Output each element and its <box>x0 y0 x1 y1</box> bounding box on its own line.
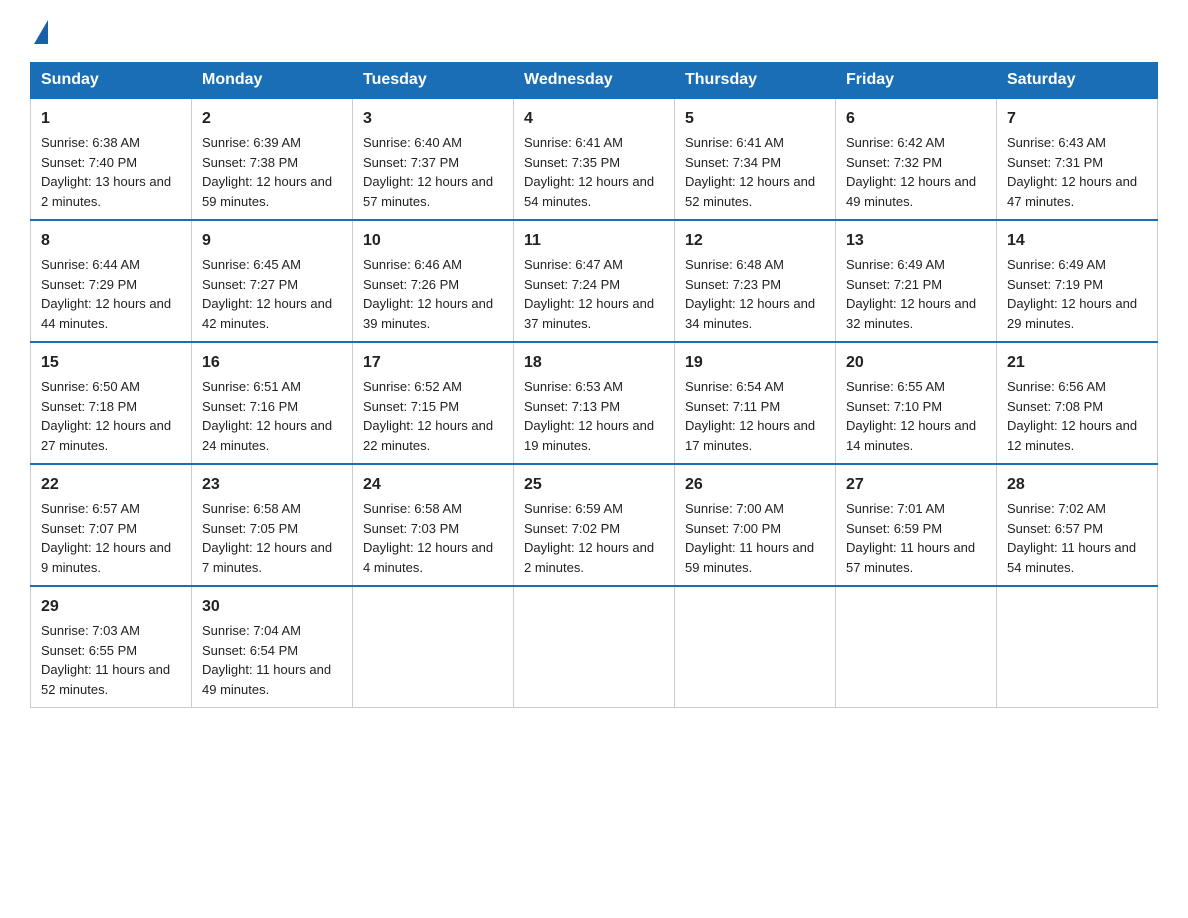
header-friday: Friday <box>836 63 997 99</box>
day-number: 8 <box>41 229 181 253</box>
day-number: 15 <box>41 351 181 375</box>
calendar-cell: 23Sunrise: 6:58 AMSunset: 7:05 PMDayligh… <box>192 464 353 586</box>
day-number: 27 <box>846 473 986 497</box>
page-header <box>30 20 1158 44</box>
day-number: 17 <box>363 351 503 375</box>
header-saturday: Saturday <box>997 63 1158 99</box>
day-number: 13 <box>846 229 986 253</box>
calendar-cell: 1Sunrise: 6:38 AMSunset: 7:40 PMDaylight… <box>31 98 192 220</box>
calendar-cell: 30Sunrise: 7:04 AMSunset: 6:54 PMDayligh… <box>192 586 353 708</box>
calendar-cell <box>353 586 514 708</box>
calendar-cell: 14Sunrise: 6:49 AMSunset: 7:19 PMDayligh… <box>997 220 1158 342</box>
calendar-cell: 24Sunrise: 6:58 AMSunset: 7:03 PMDayligh… <box>353 464 514 586</box>
calendar-week-5: 29Sunrise: 7:03 AMSunset: 6:55 PMDayligh… <box>31 586 1158 708</box>
calendar-cell: 21Sunrise: 6:56 AMSunset: 7:08 PMDayligh… <box>997 342 1158 464</box>
day-number: 6 <box>846 107 986 131</box>
day-number: 22 <box>41 473 181 497</box>
calendar-cell: 17Sunrise: 6:52 AMSunset: 7:15 PMDayligh… <box>353 342 514 464</box>
day-number: 26 <box>685 473 825 497</box>
calendar-cell <box>836 586 997 708</box>
calendar-cell: 25Sunrise: 6:59 AMSunset: 7:02 PMDayligh… <box>514 464 675 586</box>
day-number: 2 <box>202 107 342 131</box>
calendar-cell: 11Sunrise: 6:47 AMSunset: 7:24 PMDayligh… <box>514 220 675 342</box>
calendar-cell: 16Sunrise: 6:51 AMSunset: 7:16 PMDayligh… <box>192 342 353 464</box>
logo <box>30 20 48 44</box>
day-number: 5 <box>685 107 825 131</box>
calendar-cell: 15Sunrise: 6:50 AMSunset: 7:18 PMDayligh… <box>31 342 192 464</box>
calendar-cell: 18Sunrise: 6:53 AMSunset: 7:13 PMDayligh… <box>514 342 675 464</box>
calendar-cell: 6Sunrise: 6:42 AMSunset: 7:32 PMDaylight… <box>836 98 997 220</box>
day-number: 18 <box>524 351 664 375</box>
calendar-table: SundayMondayTuesdayWednesdayThursdayFrid… <box>30 62 1158 708</box>
day-number: 4 <box>524 107 664 131</box>
calendar-header-row: SundayMondayTuesdayWednesdayThursdayFrid… <box>31 63 1158 99</box>
calendar-cell: 4Sunrise: 6:41 AMSunset: 7:35 PMDaylight… <box>514 98 675 220</box>
calendar-cell: 7Sunrise: 6:43 AMSunset: 7:31 PMDaylight… <box>997 98 1158 220</box>
day-number: 3 <box>363 107 503 131</box>
day-number: 10 <box>363 229 503 253</box>
day-number: 28 <box>1007 473 1147 497</box>
day-number: 21 <box>1007 351 1147 375</box>
calendar-cell: 3Sunrise: 6:40 AMSunset: 7:37 PMDaylight… <box>353 98 514 220</box>
calendar-cell: 28Sunrise: 7:02 AMSunset: 6:57 PMDayligh… <box>997 464 1158 586</box>
day-number: 24 <box>363 473 503 497</box>
logo-triangle-icon <box>34 20 48 44</box>
header-tuesday: Tuesday <box>353 63 514 99</box>
calendar-cell <box>997 586 1158 708</box>
calendar-cell: 5Sunrise: 6:41 AMSunset: 7:34 PMDaylight… <box>675 98 836 220</box>
header-monday: Monday <box>192 63 353 99</box>
day-number: 14 <box>1007 229 1147 253</box>
calendar-week-1: 1Sunrise: 6:38 AMSunset: 7:40 PMDaylight… <box>31 98 1158 220</box>
day-number: 12 <box>685 229 825 253</box>
calendar-cell: 8Sunrise: 6:44 AMSunset: 7:29 PMDaylight… <box>31 220 192 342</box>
calendar-cell: 22Sunrise: 6:57 AMSunset: 7:07 PMDayligh… <box>31 464 192 586</box>
day-number: 30 <box>202 595 342 619</box>
calendar-cell: 19Sunrise: 6:54 AMSunset: 7:11 PMDayligh… <box>675 342 836 464</box>
day-number: 25 <box>524 473 664 497</box>
day-number: 7 <box>1007 107 1147 131</box>
calendar-cell: 12Sunrise: 6:48 AMSunset: 7:23 PMDayligh… <box>675 220 836 342</box>
day-number: 20 <box>846 351 986 375</box>
calendar-cell: 2Sunrise: 6:39 AMSunset: 7:38 PMDaylight… <box>192 98 353 220</box>
calendar-cell <box>514 586 675 708</box>
calendar-week-3: 15Sunrise: 6:50 AMSunset: 7:18 PMDayligh… <box>31 342 1158 464</box>
calendar-cell <box>675 586 836 708</box>
calendar-body: 1Sunrise: 6:38 AMSunset: 7:40 PMDaylight… <box>31 98 1158 708</box>
calendar-cell: 27Sunrise: 7:01 AMSunset: 6:59 PMDayligh… <box>836 464 997 586</box>
header-thursday: Thursday <box>675 63 836 99</box>
day-number: 23 <box>202 473 342 497</box>
day-number: 9 <box>202 229 342 253</box>
day-number: 11 <box>524 229 664 253</box>
calendar-cell: 26Sunrise: 7:00 AMSunset: 7:00 PMDayligh… <box>675 464 836 586</box>
calendar-week-4: 22Sunrise: 6:57 AMSunset: 7:07 PMDayligh… <box>31 464 1158 586</box>
calendar-cell: 13Sunrise: 6:49 AMSunset: 7:21 PMDayligh… <box>836 220 997 342</box>
day-number: 19 <box>685 351 825 375</box>
calendar-cell: 9Sunrise: 6:45 AMSunset: 7:27 PMDaylight… <box>192 220 353 342</box>
header-sunday: Sunday <box>31 63 192 99</box>
header-wednesday: Wednesday <box>514 63 675 99</box>
day-number: 1 <box>41 107 181 131</box>
calendar-cell: 29Sunrise: 7:03 AMSunset: 6:55 PMDayligh… <box>31 586 192 708</box>
day-number: 29 <box>41 595 181 619</box>
calendar-cell: 10Sunrise: 6:46 AMSunset: 7:26 PMDayligh… <box>353 220 514 342</box>
calendar-cell: 20Sunrise: 6:55 AMSunset: 7:10 PMDayligh… <box>836 342 997 464</box>
calendar-week-2: 8Sunrise: 6:44 AMSunset: 7:29 PMDaylight… <box>31 220 1158 342</box>
day-number: 16 <box>202 351 342 375</box>
